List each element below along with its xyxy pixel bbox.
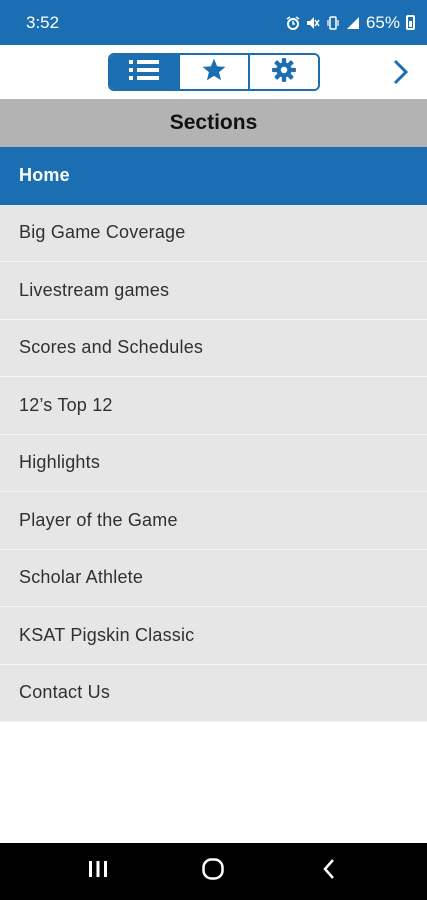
section-item-highlights[interactable]: Highlights [0,434,427,492]
section-item-scholar-athlete[interactable]: Scholar Athlete [0,549,427,607]
section-item-label: KSAT Pigskin Classic [19,624,195,645]
gear-icon [271,57,297,88]
alarm-icon [286,15,300,30]
section-item-label: Home [19,165,70,186]
section-item-big-game-coverage[interactable]: Big Game Coverage [0,204,427,262]
battery-icon [406,15,415,30]
recents-button[interactable] [78,852,118,892]
home-button[interactable] [193,852,233,892]
tab-favorites[interactable] [178,55,248,89]
section-item-top-12[interactable]: 12’s Top 12 [0,377,427,435]
signal-icon [346,16,360,30]
section-item-scores-and-schedules[interactable]: Scores and Schedules [0,319,427,377]
back-icon [321,858,337,885]
chevron-right-icon [392,58,410,91]
section-item-ksat-pigskin-classic[interactable]: KSAT Pigskin Classic [0,607,427,665]
section-item-label: 12’s Top 12 [19,394,113,415]
view-switcher [108,53,320,91]
section-item-label: Scores and Schedules [19,337,204,358]
system-nav-bar [0,843,427,900]
status-icons: 65% [286,13,415,33]
sections-title: Sections [169,111,258,134]
section-item-home[interactable]: Home [0,147,427,205]
tab-sections-list[interactable] [110,55,178,89]
section-item-contact-us[interactable]: Contact Us [0,664,427,722]
top-toolbar [0,45,427,99]
star-icon [201,57,227,88]
recents-icon [87,859,109,884]
section-item-label: Contact Us [19,682,111,703]
battery-percent: 65% [365,12,400,32]
list-icon [127,58,161,87]
next-button[interactable] [389,59,413,89]
sections-header: Sections [0,99,427,147]
section-item-label: Scholar Athlete [19,567,144,588]
vibrate-icon [326,15,340,30]
tab-settings[interactable] [248,55,318,89]
section-item-label: Player of the Game [19,509,178,530]
section-item-livestream-games[interactable]: Livestream games [0,262,427,320]
section-item-player-of-the-game[interactable]: Player of the Game [0,492,427,550]
mute-icon [306,16,320,30]
home-icon [201,857,225,886]
back-button[interactable] [309,852,349,892]
status-time: 3:52 [26,12,60,32]
section-item-label: Livestream games [19,279,170,300]
sections-list: Home Big Game Coverage Livestream games … [0,147,427,722]
section-item-label: Highlights [19,452,101,473]
section-item-label: Big Game Coverage [19,222,186,243]
status-bar: 3:52 65% [0,0,427,45]
